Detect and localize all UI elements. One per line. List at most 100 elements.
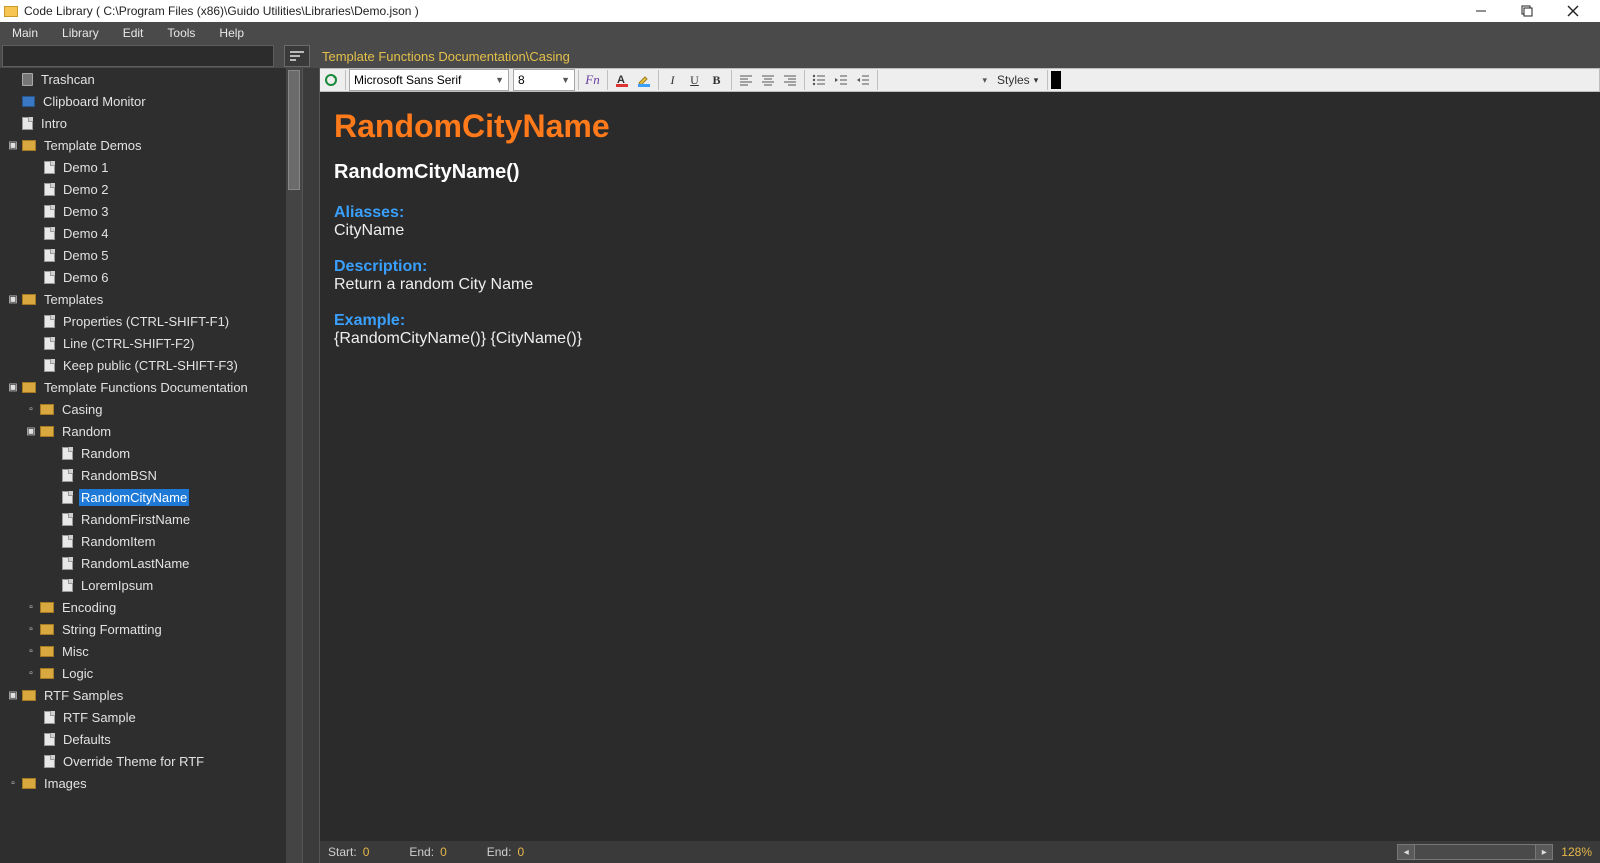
align-left-button[interactable] [735, 69, 757, 91]
splitter[interactable] [302, 68, 320, 863]
tree-images[interactable]: ▫Images [0, 772, 286, 794]
font-size-value: 8 [518, 73, 525, 87]
tree-random-item[interactable]: Random [0, 442, 286, 464]
scroll-right-button[interactable]: ▸ [1535, 844, 1553, 860]
doc-title: RandomCityName [334, 108, 1586, 145]
font-family-select[interactable]: Microsoft Sans Serif▼ [349, 69, 509, 91]
expand-icon[interactable]: ▫ [26, 404, 36, 415]
tree-line[interactable]: Line (CTRL-SHIFT-F2) [0, 332, 286, 354]
scroll-left-button[interactable]: ◂ [1397, 844, 1415, 860]
tree-trashcan[interactable]: Trashcan [0, 68, 286, 90]
tree-random-label: Random [60, 423, 113, 440]
highlight-button[interactable] [633, 69, 655, 91]
styles-dropdown[interactable]: Styles▾ [991, 73, 1044, 87]
tree-encoding-label: Encoding [60, 599, 118, 616]
collapse-icon[interactable]: ▣ [8, 690, 18, 701]
scroll-track[interactable] [1415, 844, 1535, 860]
expand-icon[interactable]: ▫ [8, 778, 18, 789]
tree-template-demos[interactable]: ▣Template Demos [0, 134, 286, 156]
tree-loremipsum[interactable]: LoremIpsum [0, 574, 286, 596]
expand-icon[interactable]: ▫ [26, 602, 36, 613]
folder-icon [40, 668, 54, 679]
tree-demo3[interactable]: Demo 3 [0, 200, 286, 222]
tree-random[interactable]: ▣ Random [0, 420, 286, 442]
tree-demo5[interactable]: Demo 5 [0, 244, 286, 266]
tree-demo3-label: Demo 3 [61, 203, 111, 220]
menu-tools[interactable]: Tools [155, 22, 207, 44]
collapse-icon[interactable]: ▣ [8, 382, 18, 393]
search-input[interactable] [2, 45, 274, 67]
collapse-icon[interactable]: ▣ [8, 294, 18, 305]
menu-help[interactable]: Help [207, 22, 256, 44]
expand-icon[interactable]: ▫ [26, 624, 36, 635]
tree-stringfmt[interactable]: ▫String Formatting [0, 618, 286, 640]
tree-scrollbar[interactable] [286, 68, 302, 863]
file-icon [22, 117, 33, 130]
expand-icon[interactable]: ▫ [26, 646, 36, 657]
document-viewer[interactable]: RandomCityName RandomCityName() Aliasses… [320, 92, 1600, 841]
tree-casing[interactable]: ▫Casing [0, 398, 286, 420]
tree-randomlastname-label: RandomLastName [79, 555, 191, 572]
tree-randomfirstname[interactable]: RandomFirstName [0, 508, 286, 530]
tree-properties[interactable]: Properties (CTRL-SHIFT-F1) [0, 310, 286, 332]
indent-button[interactable] [852, 69, 874, 91]
style-preset-select[interactable]: ▾ [881, 69, 991, 91]
collapse-icon[interactable]: ▣ [8, 140, 18, 151]
tree-demo1[interactable]: Demo 1 [0, 156, 286, 178]
underline-button[interactable]: U [684, 69, 706, 91]
zoom-level[interactable]: 128% [1561, 845, 1592, 859]
font-button[interactable]: Fn [582, 69, 604, 91]
expand-icon[interactable]: ▫ [26, 668, 36, 679]
tree-misc[interactable]: ▫Misc [0, 640, 286, 662]
tree-demo4[interactable]: Demo 4 [0, 222, 286, 244]
tree-logic[interactable]: ▫Logic [0, 662, 286, 684]
minimize-button[interactable] [1458, 0, 1504, 22]
file-icon [44, 359, 55, 372]
maximize-button[interactable] [1504, 0, 1550, 22]
bold-button[interactable]: B [706, 69, 728, 91]
tree-demo6[interactable]: Demo 6 [0, 266, 286, 288]
menu-edit[interactable]: Edit [111, 22, 156, 44]
tree-defaults[interactable]: Defaults [0, 728, 286, 750]
collapse-icon[interactable]: ▣ [26, 426, 36, 437]
bullet-list-button[interactable] [808, 69, 830, 91]
tree-tfd[interactable]: ▣Template Functions Documentation [0, 376, 286, 398]
scrollbar-thumb[interactable] [288, 70, 300, 190]
tree-templates[interactable]: ▣Templates [0, 288, 286, 310]
folder-icon [22, 778, 36, 789]
tree-randomcityname[interactable]: RandomCityName [0, 486, 286, 508]
tree-clipboard[interactable]: Clipboard Monitor [0, 90, 286, 112]
file-icon [44, 711, 55, 724]
sort-button[interactable] [284, 45, 310, 67]
tree[interactable]: Trashcan Clipboard Monitor Intro ▣Templa… [0, 68, 286, 863]
tree-randomitem2[interactable]: RandomItem [0, 530, 286, 552]
tree-intro[interactable]: Intro [0, 112, 286, 134]
font-color-button[interactable]: A [611, 69, 633, 91]
styles-label: Styles [997, 73, 1030, 87]
horizontal-scrollbar[interactable]: ◂ ▸ [1397, 844, 1553, 860]
font-size-select[interactable]: 8▼ [513, 69, 575, 91]
menu-library[interactable]: Library [50, 22, 111, 44]
outdent-button[interactable] [830, 69, 852, 91]
menu-main[interactable]: Main [0, 22, 50, 44]
tree-rtfsample[interactable]: RTF Sample [0, 706, 286, 728]
italic-button[interactable]: I [662, 69, 684, 91]
close-button[interactable] [1550, 0, 1596, 22]
tree-randombsn-label: RandomBSN [79, 467, 159, 484]
sidebar: Trashcan Clipboard Monitor Intro ▣Templa… [0, 68, 302, 863]
tree-randombsn[interactable]: RandomBSN [0, 464, 286, 486]
align-right-button[interactable] [779, 69, 801, 91]
tree-rtf[interactable]: ▣RTF Samples [0, 684, 286, 706]
align-center-button[interactable] [757, 69, 779, 91]
refresh-button[interactable] [320, 69, 342, 91]
tree-keep-public[interactable]: Keep public (CTRL-SHIFT-F3) [0, 354, 286, 376]
tree-demo2[interactable]: Demo 2 [0, 178, 286, 200]
tree-encoding[interactable]: ▫ Encoding [0, 596, 286, 618]
tree-defaults-label: Defaults [61, 731, 113, 748]
clipboard-icon [22, 96, 35, 107]
tree-randomcityname-label: RandomCityName [79, 489, 189, 506]
tree-randomlastname[interactable]: RandomLastName [0, 552, 286, 574]
folder-icon [22, 690, 36, 701]
file-icon [44, 161, 55, 174]
tree-override[interactable]: Override Theme for RTF [0, 750, 286, 772]
